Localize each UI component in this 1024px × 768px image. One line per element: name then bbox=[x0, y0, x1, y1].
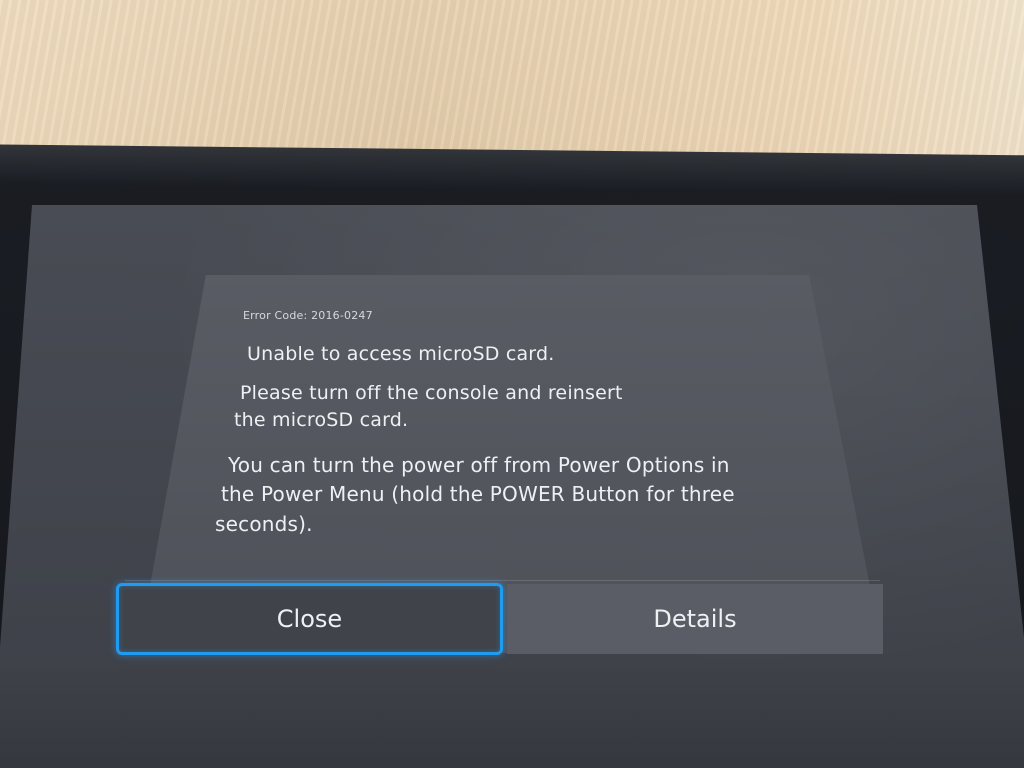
details-button-label: Details bbox=[653, 605, 737, 633]
photo-scene: Error Code: 2016-0247 Unable to access m… bbox=[0, 0, 1024, 768]
error-message-body-line2: the microSD card. bbox=[234, 409, 409, 431]
error-message-title: Unable to access microSD card. bbox=[247, 343, 555, 365]
error-dialog: Error Code: 2016-0247 Unable to access m… bbox=[0, 0, 1024, 768]
close-button-label: Close bbox=[276, 605, 343, 633]
error-message-body-line1: Please turn off the console and reinsert bbox=[240, 382, 623, 404]
error-message-help-line3: seconds). bbox=[215, 512, 313, 536]
close-button[interactable]: Close bbox=[116, 583, 503, 655]
error-message-help-line2: the Power Menu (hold the POWER Button fo… bbox=[221, 482, 735, 506]
error-message-help-line1: You can turn the power off from Power Op… bbox=[228, 453, 730, 477]
button-row-divider bbox=[125, 580, 880, 581]
screen-bottom-shade bbox=[0, 660, 1024, 768]
error-code: Error Code: 2016-0247 bbox=[243, 309, 373, 322]
details-button[interactable]: Details bbox=[507, 584, 883, 654]
